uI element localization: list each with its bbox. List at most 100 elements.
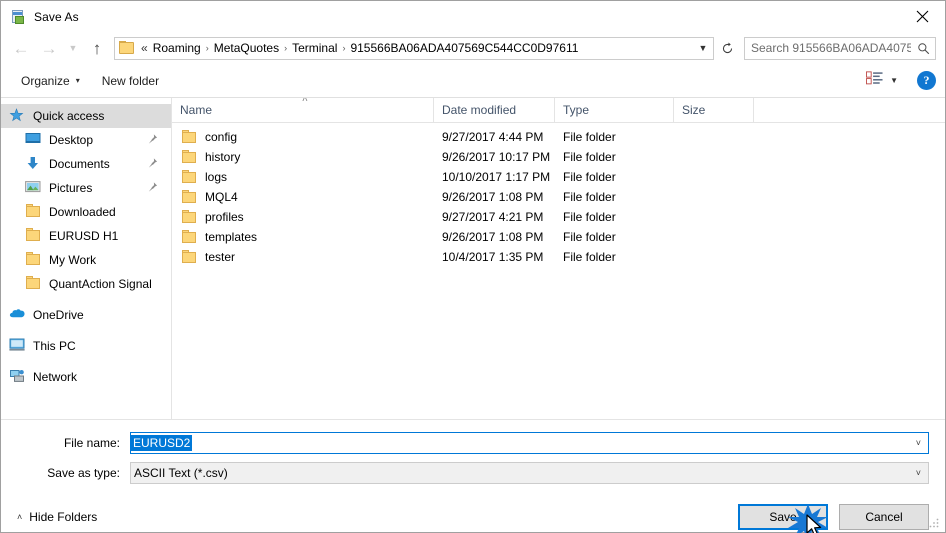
file-name: history bbox=[205, 150, 241, 164]
view-layout-button[interactable]: ▼ bbox=[861, 67, 903, 94]
sidebar-item-label: Quick access bbox=[33, 109, 105, 123]
search-icon[interactable] bbox=[911, 42, 935, 55]
chevron-down-icon[interactable]: ▼ bbox=[693, 38, 713, 59]
column-header-name[interactable]: ˄ Name bbox=[172, 97, 434, 123]
file-type: File folder bbox=[563, 130, 616, 144]
column-header-date-modified[interactable]: Date modified bbox=[434, 97, 555, 123]
sidebar-item-documents[interactable]: Documents bbox=[1, 152, 171, 176]
sidebar-item-eurusd-h1[interactable]: EURUSD H1 bbox=[1, 224, 171, 248]
recent-locations-icon[interactable]: ▼ bbox=[63, 35, 83, 61]
sidebar-item-quantaction-signal[interactable]: QuantAction Signal bbox=[1, 272, 171, 296]
sort-ascending-icon: ˄ bbox=[302, 97, 308, 105]
navigation-bar: ← → ▼ ↑ « Roaming › MetaQuotes › Termina… bbox=[1, 32, 945, 64]
folder-icon bbox=[182, 250, 198, 264]
onedrive-cloud-icon bbox=[9, 307, 27, 323]
back-arrow-icon[interactable]: ← bbox=[7, 35, 35, 61]
address-bar[interactable]: « Roaming › MetaQuotes › Terminal › 9155… bbox=[114, 36, 714, 60]
breadcrumb-item-3[interactable]: 915566BA06ADA407569C544CC0D97611 bbox=[347, 41, 581, 55]
sidebar-item-network[interactable]: Network bbox=[1, 365, 171, 389]
cancel-button[interactable]: Cancel bbox=[839, 504, 929, 530]
breadcrumb-item-0[interactable]: Roaming bbox=[150, 41, 204, 55]
sidebar-item-my-work[interactable]: My Work bbox=[1, 248, 171, 272]
sidebar-item-label: Network bbox=[33, 370, 78, 384]
file-name: templates bbox=[205, 230, 258, 244]
file-type: File folder bbox=[563, 210, 616, 224]
file-name: tester bbox=[205, 250, 236, 264]
table-row[interactable]: tester 10/4/2017 1:35 PM File folder bbox=[172, 247, 945, 267]
pin-icon[interactable] bbox=[147, 133, 158, 145]
hide-folders-label: Hide Folders bbox=[29, 510, 98, 524]
up-arrow-icon[interactable]: ↑ bbox=[83, 35, 111, 61]
file-name-input[interactable]: EURUSD2 ˅ bbox=[130, 432, 929, 454]
folder-icon bbox=[182, 210, 198, 224]
folder-icon bbox=[25, 204, 43, 220]
file-name-cell: logs bbox=[172, 170, 434, 184]
sidebar-item-downloaded[interactable]: Downloaded bbox=[1, 200, 171, 224]
save-as-type-select[interactable]: ASCII Text (*.csv) ˅ bbox=[130, 462, 929, 484]
resize-grip[interactable] bbox=[928, 516, 940, 528]
hide-folders-button[interactable]: ˄ Hide Folders bbox=[17, 510, 97, 524]
refresh-icon[interactable] bbox=[715, 37, 739, 60]
file-date: 9/26/2017 1:08 PM bbox=[442, 230, 544, 244]
chevron-down-icon[interactable]: ˅ bbox=[916, 438, 921, 448]
folder-icon bbox=[182, 130, 198, 144]
folder-icon bbox=[182, 230, 198, 244]
table-row[interactable]: logs 10/10/2017 1:17 PM File folder bbox=[172, 167, 945, 187]
file-type: File folder bbox=[563, 170, 616, 184]
save-as-type-label: Save as type: bbox=[47, 466, 120, 480]
file-name-cell: tester bbox=[172, 250, 434, 264]
save-button[interactable]: Save bbox=[738, 504, 828, 533]
sidebar-item-pictures[interactable]: Pictures bbox=[1, 176, 171, 200]
breadcrumb-prefix[interactable]: « bbox=[139, 41, 150, 55]
table-row[interactable]: config 9/27/2017 4:44 PM File folder bbox=[172, 127, 945, 147]
sidebar-item-quick-access[interactable]: Quick access bbox=[1, 104, 171, 128]
column-header-size[interactable]: Size bbox=[674, 97, 754, 123]
breadcrumb: « Roaming › MetaQuotes › Terminal › 9155… bbox=[139, 41, 693, 55]
breadcrumb-sep-2[interactable]: › bbox=[340, 43, 347, 53]
column-header-type[interactable]: Type bbox=[555, 97, 674, 123]
new-folder-button[interactable]: New folder bbox=[96, 70, 165, 92]
breadcrumb-sep-0[interactable]: › bbox=[204, 43, 211, 53]
pin-icon[interactable] bbox=[147, 181, 158, 193]
sidebar-item-desktop[interactable]: Desktop bbox=[1, 128, 171, 152]
sidebar-item-onedrive[interactable]: OneDrive bbox=[1, 303, 171, 327]
column-label: Size bbox=[682, 103, 706, 117]
breadcrumb-sep-1[interactable]: › bbox=[282, 43, 289, 53]
quick-access-star-icon bbox=[9, 108, 27, 124]
help-icon[interactable]: ? bbox=[917, 71, 936, 90]
breadcrumb-item-1[interactable]: MetaQuotes bbox=[211, 41, 282, 55]
chevron-down-icon[interactable]: ˅ bbox=[916, 468, 921, 478]
file-name-cell: history bbox=[172, 150, 434, 164]
close-icon[interactable] bbox=[899, 1, 945, 32]
network-icon bbox=[9, 369, 27, 385]
file-date: 9/26/2017 10:17 PM bbox=[442, 150, 551, 164]
file-name-cell: MQL4 bbox=[172, 190, 434, 204]
documents-download-icon bbox=[25, 156, 43, 172]
new-folder-label: New folder bbox=[101, 73, 160, 88]
search-input[interactable]: Search 915566BA06ADA40756... bbox=[744, 36, 936, 60]
forward-arrow-icon[interactable]: → bbox=[35, 35, 63, 61]
organize-button[interactable]: Organize ▾ bbox=[15, 70, 86, 92]
table-row[interactable]: history 9/26/2017 10:17 PM File folder bbox=[172, 147, 945, 167]
desktop-icon bbox=[25, 132, 43, 148]
breadcrumb-item-2[interactable]: Terminal bbox=[289, 41, 340, 55]
dialog-footer: File name: EURUSD2 ˅ Save as type: ASCII… bbox=[1, 419, 945, 533]
chevron-up-icon: ˄ bbox=[17, 512, 23, 522]
file-name: profiles bbox=[205, 210, 244, 224]
file-name: config bbox=[205, 130, 238, 144]
folder-icon bbox=[25, 228, 43, 244]
sidebar-item-this-pc[interactable]: This PC bbox=[1, 334, 171, 358]
sidebar-item-label: OneDrive bbox=[33, 308, 84, 322]
pin-icon[interactable] bbox=[147, 157, 158, 169]
table-row[interactable]: MQL4 9/26/2017 1:08 PM File folder bbox=[172, 187, 945, 207]
table-row[interactable]: templates 9/26/2017 1:08 PM File folder bbox=[172, 227, 945, 247]
sidebar-item-label: Documents bbox=[49, 157, 110, 171]
folder-icon bbox=[182, 150, 198, 164]
save-as-icon bbox=[10, 9, 26, 25]
cancel-label: Cancel bbox=[865, 510, 903, 524]
sidebar-item-label: QuantAction Signal bbox=[49, 277, 152, 291]
table-row[interactable]: profiles 9/27/2017 4:21 PM File folder bbox=[172, 207, 945, 227]
chevron-down-icon: ▼ bbox=[890, 76, 898, 85]
mouse-cursor-icon bbox=[806, 514, 824, 533]
navigation-sidebar: Quick access Desktop Documents Pictures … bbox=[1, 98, 172, 419]
